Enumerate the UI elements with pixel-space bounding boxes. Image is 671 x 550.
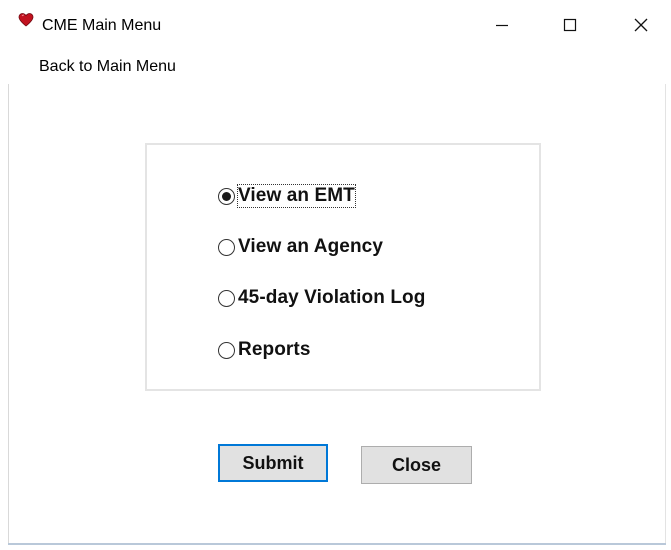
minimize-icon [495, 18, 509, 37]
title-bar[interactable]: CME Main Menu [0, 0, 671, 52]
radio-button-unchecked[interactable] [218, 238, 235, 256]
radio-label-view-an-emt[interactable]: View an EMT [237, 184, 356, 208]
radio-button-unchecked[interactable] [218, 289, 235, 307]
minimize-button[interactable] [482, 10, 522, 44]
radio-button-checked[interactable] [218, 187, 235, 205]
radio-label-reports[interactable]: Reports [238, 339, 311, 361]
close-icon [633, 17, 649, 38]
options-groupbox [145, 143, 541, 391]
window-bottom-border [8, 543, 666, 545]
radio-45-day-violation-log[interactable]: 45-day Violation Log [218, 286, 425, 310]
window-left-border [8, 84, 9, 544]
radio-view-an-emt[interactable]: View an EMT [218, 184, 356, 208]
radio-label-45-day-violation-log[interactable]: 45-day Violation Log [238, 287, 425, 309]
window-right-border [665, 84, 666, 544]
menu-bar: Back to Main Menu [10, 52, 671, 84]
radio-reports[interactable]: Reports [218, 338, 311, 362]
menu-item-back-to-main-menu[interactable]: Back to Main Menu [38, 58, 177, 76]
close-button[interactable]: Close [361, 446, 472, 484]
radio-button-unchecked[interactable] [218, 341, 235, 359]
maximize-button[interactable] [550, 10, 590, 44]
radio-view-an-agency[interactable]: View an Agency [218, 235, 383, 259]
submit-button[interactable]: Submit [218, 444, 328, 482]
radio-label-view-an-agency[interactable]: View an Agency [238, 236, 383, 258]
app-window: CME Main Menu Back to Main Menu View an … [0, 0, 671, 550]
heart-icon [18, 12, 34, 28]
maximize-icon [563, 18, 577, 37]
window-title: CME Main Menu [42, 17, 162, 34]
close-window-button[interactable] [621, 10, 661, 44]
radio-selected-dot [222, 191, 231, 201]
